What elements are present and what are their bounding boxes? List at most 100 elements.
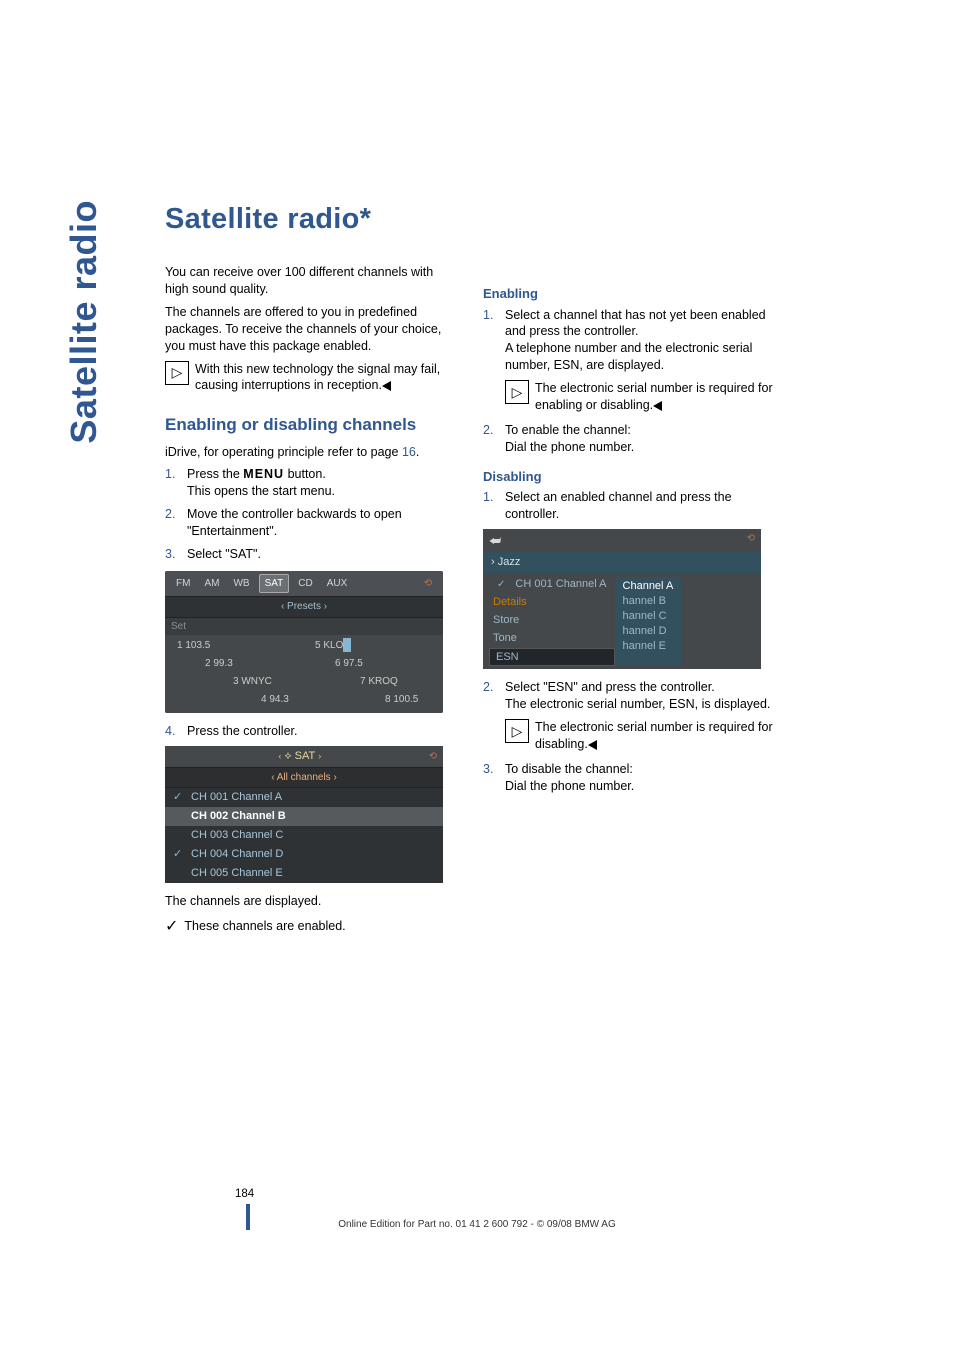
note-box-1: ▷ With this new technology the signal ma… xyxy=(165,361,455,395)
menu-details: Details xyxy=(489,594,615,611)
menu-store: Store xyxy=(489,612,615,629)
tab-aux: AUX xyxy=(322,575,353,593)
preset-2: 2 99.3 xyxy=(205,657,233,671)
fig2-allch: ‹ All channels › xyxy=(165,767,443,789)
step-2: 2. Move the controller backwards to open… xyxy=(165,506,455,540)
popup-item: hannel D xyxy=(623,624,674,639)
step-num: 1. xyxy=(483,489,493,506)
disabling-steps-cont: 2. Select "ESN" and press the controller… xyxy=(483,679,773,794)
sat-dish-icon: ⟡ xyxy=(284,749,291,764)
tab-fm: FM xyxy=(171,575,195,593)
dis-step3-b: Dial the phone number. xyxy=(505,779,634,793)
channel-label: CH 003 Channel C xyxy=(191,828,283,843)
fig2-sat-label: ‹ ⟡ SAT › xyxy=(278,749,321,764)
dis-step1-text: Select an enabled channel and press the … xyxy=(505,490,732,521)
note-text-en: The electronic serial number is required… xyxy=(535,380,773,414)
heading-disabling: Disabling xyxy=(483,468,773,486)
section-tab: Satellite radio xyxy=(63,200,105,444)
step-num: 4. xyxy=(165,723,175,740)
channel-row-selected: CH 002 Channel B xyxy=(165,807,443,826)
fig3-popup: Channel A hannel B hannel C hannel D han… xyxy=(615,577,682,665)
channel-label: CH 001 Channel A xyxy=(191,790,282,805)
en-step2-a: To enable the channel: xyxy=(505,423,631,437)
left-arrow-icon: ‹ xyxy=(278,750,281,762)
menu-esn: ESN xyxy=(489,648,615,667)
dis-step-3: 3. To disable the channel: Dial the phon… xyxy=(483,761,773,795)
en-step-1: 1. Select a channel that has not yet bee… xyxy=(483,307,773,414)
fig3-chkrow-text: CH 001 Channel A xyxy=(511,577,610,591)
triangle-note-icon: ▷ xyxy=(505,380,529,404)
preset-3: 3 WNYC xyxy=(233,675,272,689)
popup-item: hannel C xyxy=(623,609,674,624)
tuner-icon: ⟲ xyxy=(419,575,437,593)
note-text-1: With this new technology the signal may … xyxy=(195,361,455,395)
note-box-dis: ▷ The electronic serial number is requir… xyxy=(505,719,773,753)
step-num: 3. xyxy=(483,761,493,778)
page: Satellite radio Satellite radio* You can… xyxy=(0,0,954,1350)
step-num: 2. xyxy=(483,679,493,696)
footer-text: Online Edition for Part no. 01 41 2 600 … xyxy=(0,1219,954,1230)
tab-sat: SAT xyxy=(259,574,290,594)
preset-4: 4 94.3 xyxy=(261,693,289,707)
fig3-topbar: ⮨ ⟲ xyxy=(483,529,761,553)
channel-label: CH 004 Channel D xyxy=(191,847,283,862)
figure-sat-presets: FM AM WB SAT CD AUX ⟲ ‹ Presets › Set 1 … xyxy=(165,571,443,714)
step-1-pre: Press the xyxy=(187,467,243,481)
channel-row: CH 003 Channel C xyxy=(165,826,443,845)
step-num: 1. xyxy=(483,307,493,324)
end-mark-icon xyxy=(653,401,662,411)
intro-paragraph-2: The channels are offered to you in prede… xyxy=(165,304,455,355)
fig2-list: ✓ CH 001 Channel A CH 002 Channel B CH 00… xyxy=(165,788,443,882)
triangle-note-icon: ▷ xyxy=(505,719,529,743)
content-columns: Satellite radio* You can receive over 10… xyxy=(165,200,854,937)
channel-row: ✓CH 004 Channel D xyxy=(165,845,443,864)
idrive-post: . xyxy=(416,445,419,459)
step-1-text: Press the MENU button. xyxy=(187,467,326,481)
en-step1-b: A telephone number and the electronic se… xyxy=(505,341,752,372)
tab-wb: WB xyxy=(228,575,254,593)
step-num: 2. xyxy=(165,506,175,523)
column-right: Enabling 1. Select a channel that has no… xyxy=(483,200,773,937)
figure-esn-menu: ⮨ ⟲ › Jazz ✓CH 001 Channel A Details Sto… xyxy=(483,529,761,670)
fig2-top: ‹ ⟡ SAT › ⟲ xyxy=(165,746,443,767)
fig1-preset-area: 1 103.5 5 KLOS 2 99.3 6 97.5 3 WNYC 7 KR… xyxy=(165,635,443,713)
intro-paragraph-1: You can receive over 100 different chann… xyxy=(165,264,455,298)
enabling-steps: 1. Select a channel that has not yet bee… xyxy=(483,307,773,456)
preset-6: 6 97.5 xyxy=(335,657,363,671)
disabling-steps: 1. Select an enabled channel and press t… xyxy=(483,489,773,523)
note-box-en: ▷ The electronic serial number is requir… xyxy=(505,380,773,414)
step-1: 1. Press the MENU button. This opens the… xyxy=(165,466,455,500)
tab-cd: CD xyxy=(293,575,317,593)
fig3-left-menu: ✓CH 001 Channel A Details Store Tone ESN xyxy=(483,573,621,669)
steps-list: 1. Press the MENU button. This opens the… xyxy=(165,466,455,562)
note-text-dis: The electronic serial number is required… xyxy=(535,719,773,753)
preset-1: 1 103.5 xyxy=(177,639,210,653)
note-text-dis-content: The electronic serial number is required… xyxy=(535,720,773,751)
dis-step2-a: Select "ESN" and press the controller. xyxy=(505,680,715,694)
fig3-lower: ✓CH 001 Channel A Details Store Tone ESN… xyxy=(483,573,761,669)
triangle-note-icon: ▷ xyxy=(165,361,189,385)
page-xref[interactable]: 16 xyxy=(402,445,416,459)
fig3-jazz: › Jazz xyxy=(483,552,761,573)
fig3-check-row: ✓CH 001 Channel A xyxy=(489,576,615,593)
check-icon: ✓ xyxy=(165,916,178,938)
sat-word: SAT xyxy=(295,749,316,764)
check-icon: ✓ xyxy=(173,790,185,805)
enabled-legend-text: These channels are enabled. xyxy=(184,918,345,935)
en-step2-b: Dial the phone number. xyxy=(505,440,634,454)
enabled-legend: ✓ These channels are enabled. xyxy=(165,916,455,938)
preset-8: 8 100.5 xyxy=(385,693,418,707)
step-4: 4. Press the controller. xyxy=(165,723,455,740)
heading-enabling: Enabling xyxy=(483,285,773,303)
steps-list-cont: 4. Press the controller. xyxy=(165,723,455,740)
check-icon: ✓ xyxy=(493,578,509,591)
fig1-set: Set xyxy=(165,618,443,636)
popup-item: hannel E xyxy=(623,639,674,654)
tuner-icon: ⟲ xyxy=(429,750,437,764)
dis-step2-b: The electronic serial number, ESN, is di… xyxy=(505,697,770,711)
right-arrow-icon: › xyxy=(318,750,321,762)
step-4-text: Press the controller. xyxy=(187,724,297,738)
post-fig-text-1: The channels are displayed. xyxy=(165,893,455,910)
step-3-text: Select "SAT". xyxy=(187,547,261,561)
tuner-icon: ⟲ xyxy=(747,532,755,550)
